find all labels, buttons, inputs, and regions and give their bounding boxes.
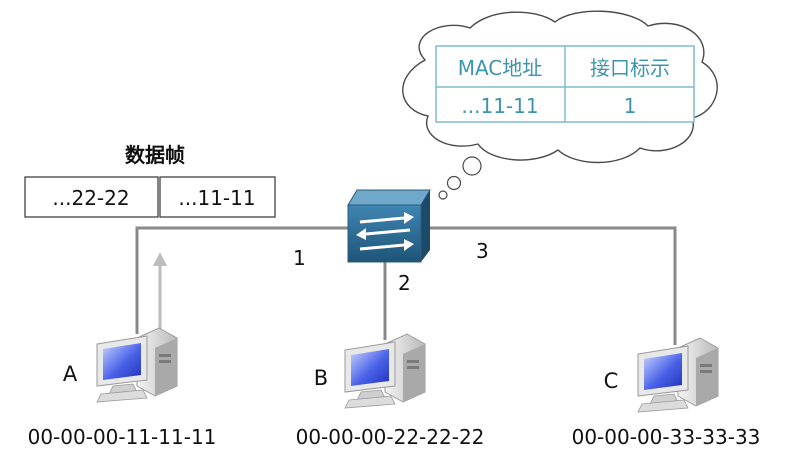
host-b-computer-icon xyxy=(344,333,426,409)
host-b-mac: 00-00-00-22-22-22 xyxy=(296,425,485,449)
link-3 xyxy=(420,226,677,345)
mac-table-cell-mac: ...11-11 xyxy=(461,94,538,118)
port-1-label: 1 xyxy=(293,246,306,270)
mac-table-header-port: 接口标示 xyxy=(590,56,670,80)
host-a-computer-icon xyxy=(96,327,178,403)
switch-icon xyxy=(347,189,431,263)
host-a-label: A xyxy=(63,362,78,386)
frame-field-destination: ...22-22 xyxy=(52,186,129,210)
frame-title: 数据帧 xyxy=(125,143,185,167)
mac-table-header-mac: MAC地址 xyxy=(458,56,543,80)
port-2-label: 2 xyxy=(398,271,411,295)
data-frame: ...22-22 ...11-11 xyxy=(24,176,276,218)
host-a-mac: 00-00-00-11-11-11 xyxy=(28,425,217,449)
host-c-mac: 00-00-00-33-33-33 xyxy=(572,425,761,449)
port-3-label: 3 xyxy=(476,239,489,263)
mac-address-table: MAC地址 接口标示 ...11-11 1 xyxy=(435,45,695,123)
link-1 xyxy=(135,226,348,334)
host-b-label: B xyxy=(314,366,328,390)
host-c-label: C xyxy=(604,369,619,393)
frame-direction-arrow xyxy=(153,252,167,334)
mac-table-cell-port: 1 xyxy=(624,94,637,118)
frame-field-source: ...11-11 xyxy=(178,186,255,210)
host-c-computer-icon xyxy=(637,337,719,413)
network-diagram: 1 2 3 MAC地址 接口标示 ...11-11 1 数据帧 ...22-22… xyxy=(24,10,761,449)
